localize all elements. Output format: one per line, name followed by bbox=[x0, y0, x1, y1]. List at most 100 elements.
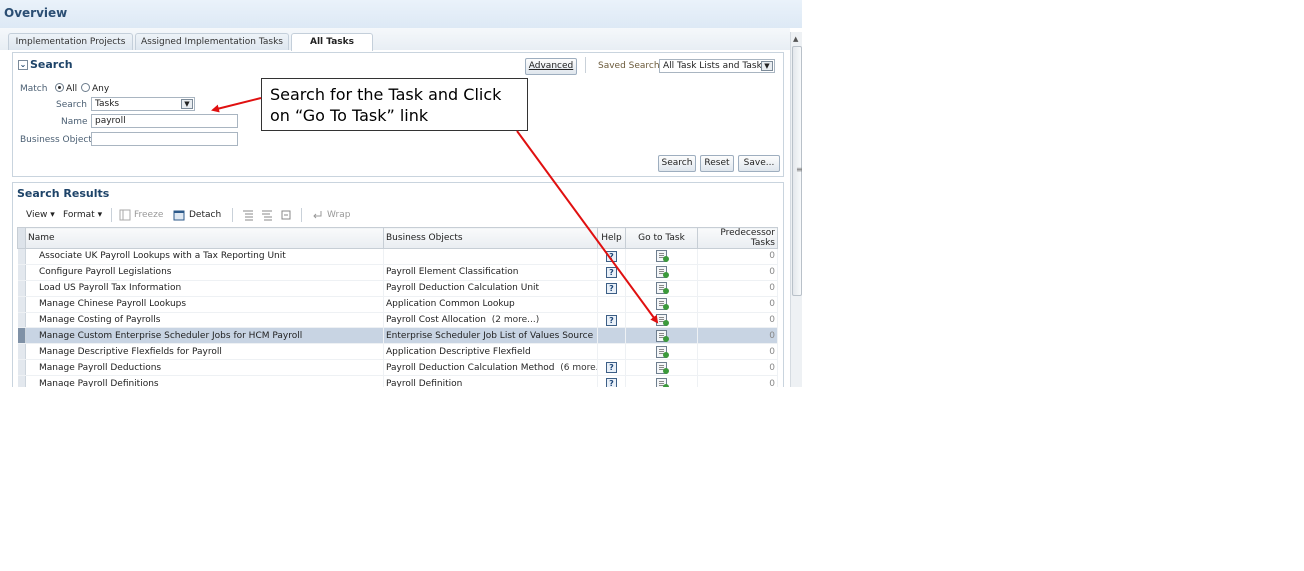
go-to-task-icon[interactable] bbox=[656, 282, 669, 295]
table-row[interactable]: Manage Payroll Deductions Payroll Deducti… bbox=[17, 359, 778, 377]
help-cell bbox=[597, 296, 626, 313]
predecessor-tasks-cell: 0 bbox=[697, 343, 778, 361]
column-header-name[interactable]: Name bbox=[25, 227, 384, 249]
business-object-text: Payroll Deduction Calculation Method bbox=[386, 362, 555, 373]
search-button[interactable]: Search bbox=[658, 155, 696, 172]
freeze-button[interactable]: Freeze bbox=[134, 210, 163, 220]
radio-all-icon[interactable] bbox=[55, 83, 64, 92]
go-to-task-icon[interactable] bbox=[656, 361, 669, 374]
help-icon[interactable]: ? bbox=[606, 266, 617, 278]
collapse-toggle-icon[interactable]: ⌄ bbox=[18, 60, 28, 70]
dropdown-arrow-icon[interactable]: ▼ bbox=[761, 61, 773, 71]
table-row[interactable]: Load US Payroll Tax Information Payroll D… bbox=[17, 280, 778, 297]
help-icon[interactable]: ? bbox=[606, 378, 617, 387]
wrap-left-icon[interactable] bbox=[242, 209, 254, 221]
predecessor-tasks-cell: 0 bbox=[697, 375, 778, 387]
go-to-task-icon[interactable] bbox=[656, 250, 669, 263]
reset-button[interactable]: Reset bbox=[700, 155, 734, 172]
format-menu[interactable]: Format ▾ bbox=[63, 210, 102, 220]
go-to-task-icon[interactable] bbox=[656, 377, 669, 387]
table-row[interactable]: Manage Custom Enterprise Scheduler Jobs … bbox=[17, 327, 778, 345]
column-header-help[interactable]: Help bbox=[597, 227, 626, 249]
go-to-task-icon[interactable] bbox=[656, 329, 669, 342]
match-any-label: Any bbox=[92, 84, 110, 94]
column-header-go-to-task[interactable]: Go to Task bbox=[625, 227, 698, 249]
help-icon[interactable]: ? bbox=[606, 282, 617, 294]
help-icon[interactable]: ? bbox=[606, 314, 617, 326]
task-name-cell: Load US Payroll Tax Information bbox=[25, 280, 384, 297]
help-icon[interactable]: ? bbox=[606, 362, 617, 374]
scroll-grip-icon: ≡ bbox=[796, 165, 802, 174]
match-all-option[interactable]: All bbox=[55, 83, 77, 94]
row-selector[interactable] bbox=[17, 248, 26, 265]
search-type-select[interactable]: Tasks ▼ bbox=[91, 97, 195, 111]
table-row[interactable]: Manage Payroll Definitions Payroll Defini… bbox=[17, 375, 778, 387]
predecessor-tasks-cell: 0 bbox=[697, 248, 778, 265]
row-selector[interactable] bbox=[17, 359, 26, 377]
business-object-text: Application Common Lookup bbox=[386, 299, 515, 310]
scroll-up-arrow-icon[interactable]: ▲ bbox=[793, 35, 798, 43]
row-selector[interactable] bbox=[17, 312, 26, 329]
row-selector[interactable] bbox=[17, 280, 26, 297]
help-cell: ? bbox=[597, 280, 626, 297]
more-business-objects-link[interactable]: (6 more...) bbox=[560, 363, 596, 373]
name-input[interactable]: payroll bbox=[91, 114, 238, 128]
freeze-icon bbox=[119, 209, 131, 221]
go-to-task-cell bbox=[625, 312, 698, 329]
saved-search-select[interactable]: All Task Lists and Tasks ▼ bbox=[659, 59, 775, 73]
match-any-option[interactable]: Any bbox=[81, 83, 109, 94]
toolbar-separator bbox=[585, 57, 586, 73]
row-selector[interactable] bbox=[17, 375, 26, 387]
wrap-center-icon[interactable] bbox=[261, 209, 273, 221]
scrollbar-thumb[interactable]: ≡ bbox=[792, 46, 802, 296]
predecessor-tasks-cell: 0 bbox=[697, 312, 778, 329]
column-header-business-objects[interactable]: Business Objects bbox=[383, 227, 598, 249]
column-header-predecessor-tasks[interactable]: Predecessor Tasks bbox=[697, 227, 778, 249]
predecessor-tasks-cell: 0 bbox=[697, 359, 778, 377]
view-menu-label: View bbox=[26, 210, 48, 220]
go-to-task-icon[interactable] bbox=[656, 345, 669, 358]
row-selector[interactable] bbox=[17, 264, 26, 281]
saved-search-value: All Task Lists and Tasks bbox=[663, 61, 767, 71]
table-row[interactable]: Configure Payroll Legislations Payroll El… bbox=[17, 264, 778, 281]
task-name-cell: Manage Custom Enterprise Scheduler Jobs … bbox=[25, 327, 384, 345]
business-object-input[interactable] bbox=[91, 132, 238, 146]
results-table-body: Associate UK Payroll Lookups with a Tax … bbox=[17, 248, 778, 387]
more-business-objects-link[interactable]: (2 more...) bbox=[492, 315, 540, 325]
detach-button[interactable]: Detach bbox=[189, 210, 221, 220]
menu-arrow-icon: ▾ bbox=[50, 210, 55, 220]
go-to-task-icon[interactable] bbox=[656, 266, 669, 279]
wrap-button[interactable]: Wrap bbox=[327, 210, 350, 220]
row-selector[interactable] bbox=[17, 343, 26, 361]
table-row[interactable]: Manage Costing of Payrolls Payroll Cost A… bbox=[17, 312, 778, 329]
row-selector-header bbox=[17, 227, 26, 249]
search-type-value: Tasks bbox=[95, 99, 120, 109]
wrap-right-icon[interactable] bbox=[280, 209, 292, 221]
search-panel-header[interactable]: ⌄ Search bbox=[18, 58, 73, 71]
dropdown-arrow-icon[interactable]: ▼ bbox=[181, 99, 193, 109]
tab-all-tasks[interactable]: All Tasks bbox=[291, 33, 373, 51]
vertical-scrollbar[interactable]: ▲ ≡ bbox=[790, 32, 802, 387]
row-selector[interactable] bbox=[17, 327, 26, 345]
name-label: Name bbox=[61, 117, 88, 127]
go-to-task-icon[interactable] bbox=[656, 298, 669, 311]
table-row[interactable]: Manage Chinese Payroll Lookups Applicatio… bbox=[17, 296, 778, 313]
business-objects-cell: Application Common Lookup bbox=[383, 296, 598, 313]
callout-line-1: Search for the Task and Click bbox=[270, 85, 502, 104]
help-cell: ? bbox=[597, 264, 626, 281]
row-selector[interactable] bbox=[17, 296, 26, 313]
help-icon[interactable]: ? bbox=[606, 250, 617, 262]
tab-implementation-projects[interactable]: Implementation Projects bbox=[8, 33, 133, 50]
save-search-button[interactable]: Save... bbox=[738, 155, 780, 172]
task-name-cell: Manage Payroll Definitions bbox=[25, 375, 384, 387]
view-menu[interactable]: View ▾ bbox=[26, 210, 55, 220]
tab-assigned-implementation-tasks[interactable]: Assigned Implementation Tasks bbox=[135, 33, 289, 50]
table-row[interactable]: Associate UK Payroll Lookups with a Tax … bbox=[17, 248, 778, 265]
go-to-task-icon[interactable] bbox=[656, 314, 669, 326]
table-row[interactable]: Manage Descriptive Flexfields for Payrol… bbox=[17, 343, 778, 361]
radio-any-icon[interactable] bbox=[81, 83, 90, 92]
task-name-cell: Manage Descriptive Flexfields for Payrol… bbox=[25, 343, 384, 361]
advanced-button[interactable]: Advanced bbox=[525, 58, 577, 75]
format-menu-label: Format bbox=[63, 210, 95, 220]
search-results-header: Search Results bbox=[17, 187, 110, 200]
